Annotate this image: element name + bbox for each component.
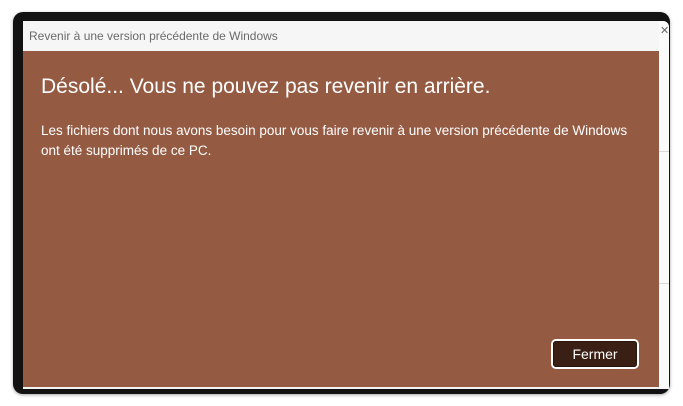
divider — [659, 151, 669, 152]
background-window-edge: ✕ — [658, 21, 669, 389]
dialog-message: Les fichiers dont nous avons besoin pour… — [41, 123, 628, 158]
rollback-dialog: Revenir à une version précédente de Wind… — [23, 21, 659, 387]
dialog-heading: Désolé... Vous ne pouvez pas revenir en … — [41, 75, 491, 98]
close-button[interactable]: Fermer — [551, 339, 639, 369]
dialog-content: Désolé... Vous ne pouvez pas revenir en … — [41, 51, 641, 387]
divider — [659, 283, 669, 284]
screen-frame: ✕ Revenir à une version précédente de Wi… — [13, 12, 670, 394]
window-title: Revenir à une version précédente de Wind… — [29, 29, 278, 43]
dialog-titlebar[interactable]: Revenir à une version précédente de Wind… — [23, 21, 659, 51]
background-close-icon: ✕ — [660, 24, 668, 37]
